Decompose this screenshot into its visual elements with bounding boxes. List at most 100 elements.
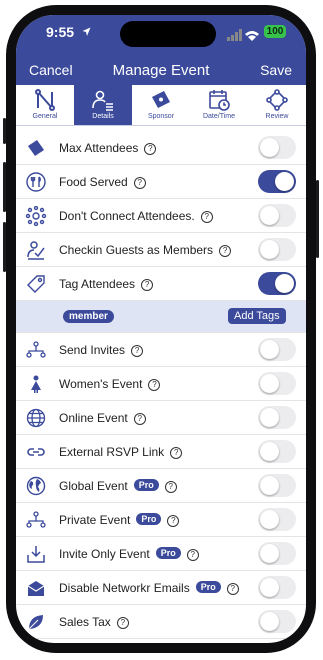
toggle-knob <box>275 172 294 191</box>
help-icon[interactable]: ? <box>219 245 232 257</box>
toggle-knob <box>260 510 279 529</box>
toggle-womens-event[interactable] <box>258 372 296 395</box>
setting-label: Tag Attendees <box>59 277 136 291</box>
help-icon[interactable]: ? <box>164 481 177 493</box>
toggle-global-event[interactable] <box>258 474 296 497</box>
side-button <box>3 118 6 144</box>
settings-list: Max Attendees? Food Served? Don't Connec… <box>16 131 306 639</box>
toggle-checkin-guests[interactable] <box>258 238 296 261</box>
setting-label: Send Invites <box>59 343 126 357</box>
woman-icon <box>31 375 41 393</box>
ticket-star-icon <box>152 91 170 108</box>
setting-label: External RSVP Link <box>59 445 165 459</box>
tags-row: member Add Tags <box>16 301 306 333</box>
toggle-sales-tax[interactable] <box>258 610 296 633</box>
earth-icon <box>26 476 46 496</box>
toggle-external-rsvp[interactable] <box>258 440 296 463</box>
help-icon[interactable]: ? <box>186 549 199 561</box>
help-icon[interactable]: ? <box>200 211 213 223</box>
setting-dont-connect: Don't Connect Attendees.? <box>16 199 306 233</box>
network-n-icon <box>35 89 55 111</box>
help-icon[interactable]: ? <box>131 345 144 357</box>
power-button <box>316 180 319 258</box>
setting-invite-only: Invite Only Event Pro? <box>16 537 306 571</box>
tab-label: General <box>32 113 58 120</box>
link-icon <box>27 448 45 456</box>
status-time: 9:55 <box>46 24 75 40</box>
setting-tag-attendees: Tag Attendees? <box>16 267 306 301</box>
add-tags-button[interactable]: Add Tags <box>228 308 286 324</box>
toggle-knob <box>260 206 279 225</box>
toggle-knob <box>260 612 279 631</box>
toggle-online-event[interactable] <box>258 406 296 429</box>
setting-womens-event: Women's Event? <box>16 367 306 401</box>
invite-network-icon <box>26 341 46 358</box>
nav-header: Cancel Manage Event Save <box>16 55 306 85</box>
pro-badge: Pro <box>136 513 162 525</box>
setting-label: Disable Networkr Emails <box>59 581 190 595</box>
tab-label: Details <box>92 113 114 120</box>
setting-label: Food Served <box>59 175 128 189</box>
toggle-food-served[interactable] <box>258 170 296 193</box>
envelope-icon <box>27 581 45 596</box>
globe-grid-icon <box>26 408 46 428</box>
help-icon[interactable]: ? <box>133 177 146 189</box>
help-icon[interactable]: ? <box>226 583 239 595</box>
toggle-private-event[interactable] <box>258 508 296 531</box>
dynamic-island <box>120 21 216 47</box>
setting-label: Private Event <box>59 513 131 527</box>
tab-label: Sponsor <box>147 113 175 120</box>
toggle-tag-attendees[interactable] <box>258 272 296 295</box>
ticket-icon <box>28 140 44 156</box>
setting-label: Global Event <box>59 479 128 493</box>
checkin-icon <box>27 241 45 260</box>
private-network-icon <box>26 511 46 528</box>
toggle-knob <box>260 544 279 563</box>
disconnect-icon <box>26 206 46 226</box>
setting-send-invites: Send Invites? <box>16 333 306 367</box>
tag-chip-member[interactable]: member <box>63 310 114 323</box>
download-box-icon <box>27 546 45 563</box>
location-arrow-icon <box>82 27 91 36</box>
setting-sales-tax: Sales Tax? <box>16 605 306 639</box>
tag-icon <box>27 275 45 293</box>
toggle-knob <box>260 476 279 495</box>
tab-sponsor[interactable]: Sponsor <box>132 85 190 125</box>
toggle-disable-emails[interactable] <box>258 576 296 599</box>
help-icon[interactable]: ? <box>144 143 157 155</box>
help-icon[interactable]: ? <box>116 617 129 629</box>
calendar-clock-icon <box>209 90 230 111</box>
toggle-knob <box>275 274 294 293</box>
toggle-send-invites[interactable] <box>258 338 296 361</box>
save-button[interactable]: Save <box>260 62 292 78</box>
tab-general[interactable]: General <box>16 85 74 125</box>
tab-details[interactable]: Details <box>74 85 132 125</box>
volume-down-button <box>3 222 6 272</box>
leaf-icon <box>28 615 43 630</box>
help-icon[interactable]: ? <box>167 515 180 527</box>
setting-disable-emails: Disable Networkr Emails Pro? <box>16 571 306 605</box>
setting-private-event: Private Event Pro? <box>16 503 306 537</box>
pro-badge: Pro <box>133 479 159 491</box>
signal-wifi-icon <box>227 29 259 41</box>
setting-max-attendees: Max Attendees? <box>16 131 306 165</box>
toggle-knob <box>260 138 279 157</box>
help-icon[interactable]: ? <box>133 413 146 425</box>
tab-datetime[interactable]: Date/Time <box>190 85 248 125</box>
tab-label: Review <box>265 113 289 120</box>
toggle-max-attendees[interactable] <box>258 136 296 159</box>
battery-indicator: 100 <box>264 25 286 38</box>
help-icon[interactable]: ? <box>170 447 183 459</box>
toggle-dont-connect[interactable] <box>258 204 296 227</box>
screen: 9:55 100 Cancel Manage Event Save Genera… <box>16 15 306 643</box>
setting-online-event: Online Event? <box>16 401 306 435</box>
help-icon[interactable]: ? <box>141 279 154 291</box>
setting-label: Max Attendees <box>59 141 139 155</box>
setting-label: Don't Connect Attendees. <box>59 209 195 223</box>
tab-label: Date/Time <box>202 113 236 120</box>
people-list-icon <box>92 90 113 111</box>
tab-review[interactable]: Review <box>248 85 306 125</box>
help-icon[interactable]: ? <box>148 379 161 391</box>
tab-bar: General Details Sponsor Date/Time Review <box>16 85 306 126</box>
toggle-invite-only[interactable] <box>258 542 296 565</box>
